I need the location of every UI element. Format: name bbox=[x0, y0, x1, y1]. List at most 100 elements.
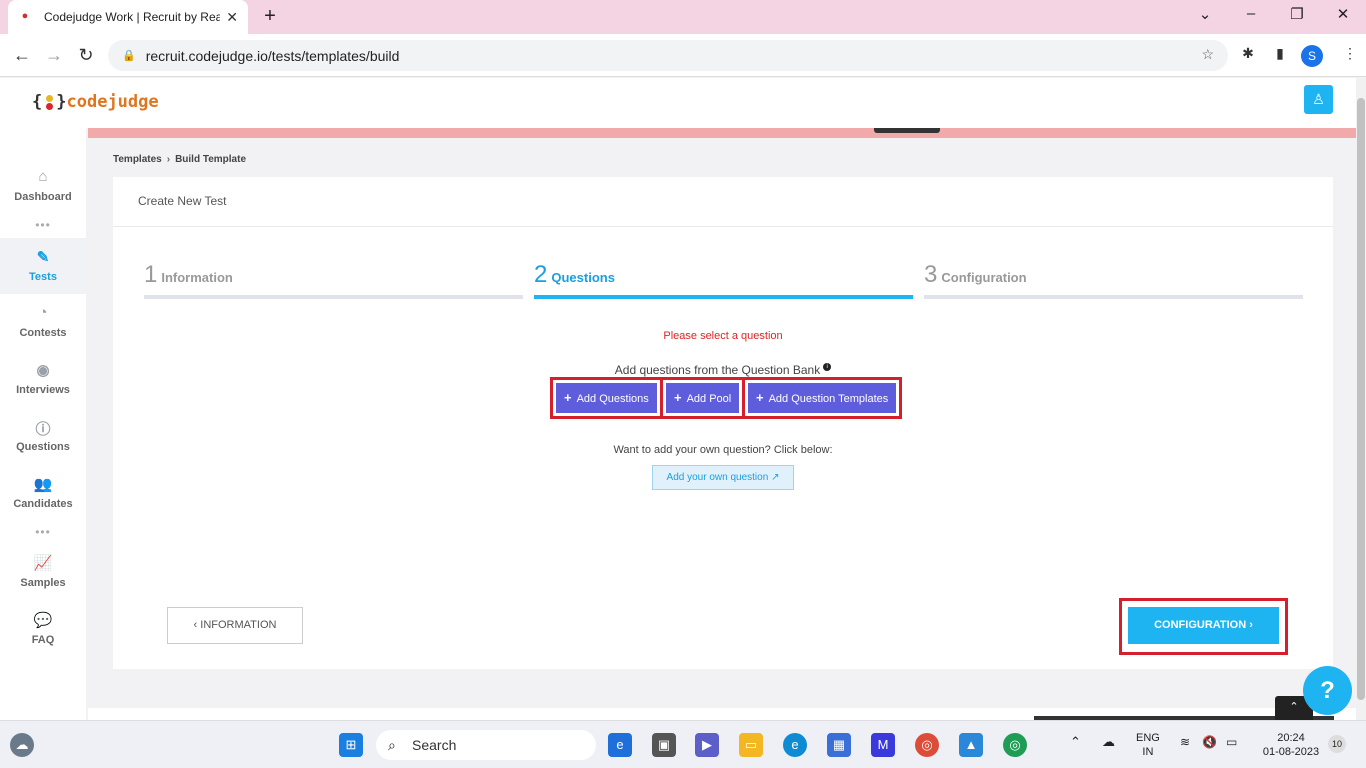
reload-icon[interactable]: ↻ bbox=[74, 44, 98, 68]
chrome-profile-icon[interactable]: ◎ bbox=[1003, 733, 1027, 757]
windows-start-icon[interactable]: ⊞ bbox=[339, 733, 363, 757]
language-indicator[interactable]: ENG IN bbox=[1136, 731, 1160, 759]
sidebar-item-label: Contests bbox=[19, 327, 67, 339]
help-button[interactable]: ? bbox=[1303, 666, 1352, 715]
add-pool-frame: + Add Pool bbox=[660, 377, 746, 419]
add-own-question-button[interactable]: Add your own question ↗ bbox=[652, 465, 794, 490]
edge-beta-icon[interactable]: e bbox=[608, 733, 632, 757]
pie-chart-icon: ◔ bbox=[38, 304, 48, 321]
close-window-icon[interactable]: ✕ bbox=[1328, 5, 1358, 23]
lock-icon: 🔒 bbox=[122, 50, 136, 62]
wifi-icon[interactable]: ≋ bbox=[1180, 735, 1190, 749]
create-test-card: Create New Test 1 Information 2 Questions … bbox=[113, 177, 1333, 669]
step-information[interactable]: 1 Information bbox=[144, 261, 523, 301]
sidebar-item-questions[interactable]: ⓘ Questions bbox=[0, 418, 86, 474]
user-icon: ♙ bbox=[1312, 91, 1325, 107]
new-tab-button[interactable]: + bbox=[258, 5, 282, 29]
extensions-icon[interactable]: ✱ bbox=[1238, 45, 1258, 65]
menu-kebab-icon[interactable]: ⋮ bbox=[1340, 45, 1360, 65]
battery-icon[interactable]: ▭ bbox=[1226, 735, 1237, 749]
sidebar-item-label: Interviews bbox=[16, 384, 70, 396]
step-questions[interactable]: 2 Questions bbox=[534, 261, 913, 301]
page-content: {}codejudge ♙ ⌂ Dashboard ••• ✎ Tests ◔ … bbox=[0, 78, 1366, 720]
add-question-templates-button[interactable]: + Add Question Templates bbox=[748, 383, 897, 413]
app-header: {}codejudge ♙ bbox=[0, 78, 1356, 128]
volume-muted-icon[interactable]: 🔇 bbox=[1202, 735, 1217, 749]
search-icon: ⌕ bbox=[388, 737, 396, 753]
sidebar-separator: ••• bbox=[35, 525, 51, 539]
breadcrumb-separator: › bbox=[166, 154, 171, 165]
next-configuration-button[interactable]: CONFIGURATION › bbox=[1128, 607, 1279, 644]
store-icon[interactable]: ▦ bbox=[827, 733, 851, 757]
card-header: Create New Test bbox=[113, 177, 1333, 227]
sidebar-item-dashboard[interactable]: ⌂ Dashboard bbox=[0, 168, 86, 224]
button-label: Add Question Templates bbox=[768, 393, 889, 405]
user-menu-button[interactable]: ♙ bbox=[1304, 85, 1333, 114]
chrome-icon[interactable]: ◎ bbox=[915, 733, 939, 757]
step-label: Questions bbox=[551, 270, 615, 285]
profile-avatar[interactable]: S bbox=[1301, 45, 1323, 67]
clock[interactable]: 20:24 01-08-2023 bbox=[1258, 731, 1324, 759]
url-text: recruit.codejudge.io/tests/templates/bui… bbox=[145, 47, 400, 64]
lang-top: ENG bbox=[1136, 732, 1160, 744]
error-message: Please select a question bbox=[663, 330, 783, 342]
app-icon[interactable]: M bbox=[871, 733, 895, 757]
question-circle-icon: ⓘ bbox=[35, 421, 51, 438]
sidebar-item-interviews[interactable]: ◉ Interviews bbox=[0, 361, 86, 417]
chart-line-icon: 📈 bbox=[33, 555, 53, 572]
step-configuration[interactable]: 3 Configuration bbox=[924, 261, 1303, 301]
maximize-icon[interactable]: ❐ bbox=[1282, 5, 1312, 23]
forward-arrow-icon[interactable]: → bbox=[42, 44, 66, 68]
sidebar-item-label: Tests bbox=[29, 271, 57, 283]
tab-close-icon[interactable]: ✕ bbox=[226, 9, 238, 26]
favicon-icon: ● bbox=[21, 10, 29, 22]
sidebar-item-samples[interactable]: 📈 Samples bbox=[0, 554, 86, 610]
weather-icon[interactable]: ☁ bbox=[10, 733, 34, 757]
sidebar-item-faq[interactable]: 💬 FAQ bbox=[0, 611, 86, 667]
codejudge-logo[interactable]: {}codejudge bbox=[32, 92, 159, 112]
browser-tab[interactable]: ● Codejudge Work | Recruit by Rea ✕ bbox=[8, 0, 248, 34]
teams-icon[interactable]: ▶ bbox=[695, 733, 719, 757]
breadcrumb-templates-link[interactable]: Templates bbox=[113, 154, 162, 165]
step-progress-line bbox=[534, 295, 913, 299]
tray-chevron-up-icon[interactable]: ⌃ bbox=[1070, 735, 1081, 749]
onedrive-icon[interactable]: ☁ bbox=[1102, 735, 1115, 749]
sidebar-item-tests[interactable]: ✎ Tests bbox=[0, 238, 86, 294]
file-explorer-icon[interactable]: ▭ bbox=[739, 733, 763, 757]
address-bar[interactable]: 🔒 recruit.codejudge.io/tests/templates/b… bbox=[108, 40, 1228, 71]
chevron-up-icon: ⌃ bbox=[1289, 701, 1299, 713]
clock-date: 01-08-2023 bbox=[1262, 746, 1320, 758]
tab-search-icon[interactable]: ⌄ bbox=[1190, 5, 1220, 23]
step-number: 3 bbox=[924, 261, 938, 288]
logo-text: codejudge bbox=[66, 92, 159, 112]
back-information-button[interactable]: ‹ INFORMATION bbox=[167, 607, 303, 644]
minimize-icon[interactable]: – bbox=[1236, 5, 1266, 22]
sidebar-item-contests[interactable]: ◔ Contests bbox=[0, 304, 86, 360]
podcast-icon: ◉ bbox=[36, 362, 50, 379]
photos-icon[interactable]: ▲ bbox=[959, 733, 983, 757]
bookmark-star-icon[interactable]: ☆ bbox=[1201, 46, 1214, 63]
sidebar-item-candidates[interactable]: 👥 Candidates bbox=[0, 475, 86, 531]
step-label: Information bbox=[161, 270, 233, 285]
pen-icon: ✎ bbox=[36, 249, 50, 266]
info-icon[interactable]: i bbox=[823, 363, 832, 371]
button-label: Add your own question bbox=[666, 472, 769, 483]
logo-dots-icon bbox=[44, 94, 54, 111]
sidebar-item-label: FAQ bbox=[31, 634, 55, 646]
sidebar-item-label: Questions bbox=[16, 441, 70, 453]
edge-icon[interactable]: e bbox=[783, 733, 807, 757]
page-scrollbar[interactable] bbox=[1356, 78, 1366, 720]
taskbar-search[interactable]: ⌕ Search bbox=[376, 730, 596, 760]
search-label: Search bbox=[412, 737, 457, 753]
notification-badge[interactable]: 10 bbox=[1328, 735, 1346, 753]
add-pool-button[interactable]: + Add Pool bbox=[666, 383, 740, 413]
scrollbar-thumb[interactable] bbox=[1357, 98, 1365, 700]
breadcrumb-current: Build Template bbox=[175, 154, 247, 165]
sidebar-item-label: Samples bbox=[20, 577, 66, 589]
add-questions-button[interactable]: + Add Questions bbox=[556, 383, 657, 413]
side-panel-icon[interactable]: ▮ bbox=[1270, 45, 1290, 65]
question-bank-label: Add questions from the Question Bank bbox=[614, 363, 821, 377]
back-arrow-icon[interactable]: ← bbox=[10, 44, 34, 68]
task-view-icon[interactable]: ▣ bbox=[652, 733, 676, 757]
banner-button[interactable] bbox=[874, 128, 940, 133]
